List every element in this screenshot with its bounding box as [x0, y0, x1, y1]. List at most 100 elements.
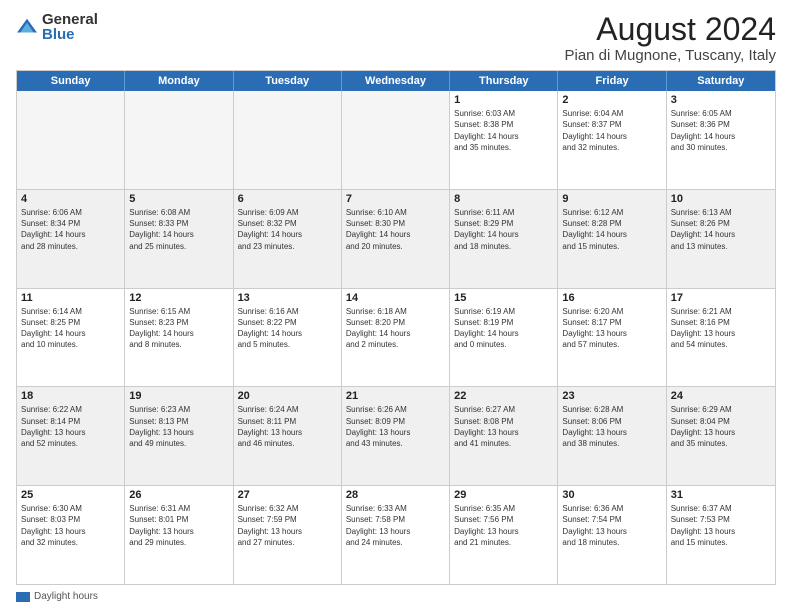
calendar-cell: 2Sunrise: 6:04 AM Sunset: 8:37 PM Daylig…	[558, 91, 666, 189]
day-number: 28	[346, 489, 445, 501]
calendar-cell: 8 Sunrise: 6:11 AM Sunset: 8:29 PM Daylig…	[450, 190, 558, 288]
day-info: Sunrise: 6:15 AM Sunset: 8:23 PM Dayligh…	[129, 306, 228, 351]
calendar-cell: 30Sunrise: 6:36 AM Sunset: 7:54 PM Dayli…	[558, 486, 666, 584]
day-info: Sunrise: 6:36 AM Sunset: 7:54 PM Dayligh…	[562, 503, 661, 548]
daylight-label: Daylight hours	[34, 591, 98, 602]
day-info: Sunrise: 6:24 AM Sunset: 8:11 PM Dayligh…	[238, 404, 337, 449]
day-number: 27	[238, 489, 337, 501]
calendar-row: 18 Sunrise: 6:22 AM Sunset: 8:14 PM Dayli…	[17, 386, 775, 485]
calendar-header-cell: Wednesday	[342, 71, 450, 91]
day-info: Sunrise: 6:32 AM Sunset: 7:59 PM Dayligh…	[238, 503, 337, 548]
day-number: 5	[129, 193, 228, 205]
footer: Daylight hours	[16, 591, 776, 602]
calendar-cell: 9Sunrise: 6:12 AM Sunset: 8:28 PM Daylig…	[558, 190, 666, 288]
day-number: 21	[346, 390, 445, 402]
day-number: 6	[238, 193, 337, 205]
page: General Blue August 2024 Pian di Mugnone…	[0, 0, 792, 612]
day-info: Sunrise: 6:35 AM Sunset: 7:56 PM Dayligh…	[454, 503, 553, 548]
calendar-row: 4 Sunrise: 6:06 AM Sunset: 8:34 PM Daylig…	[17, 189, 775, 288]
calendar-header-cell: Sunday	[17, 71, 125, 91]
calendar-header-cell: Saturday	[667, 71, 775, 91]
day-number: 19	[129, 390, 228, 402]
day-info: Sunrise: 6:05 AM Sunset: 8:36 PM Dayligh…	[671, 108, 771, 153]
calendar-body: 1 Sunrise: 6:03 AM Sunset: 8:38 PM Daylig…	[17, 91, 775, 584]
calendar-cell: 12 Sunrise: 6:15 AM Sunset: 8:23 PM Dayli…	[125, 289, 233, 387]
day-info: Sunrise: 6:18 AM Sunset: 8:20 PM Dayligh…	[346, 306, 445, 351]
day-number: 11	[21, 292, 120, 304]
calendar-cell	[234, 91, 342, 189]
calendar-cell: 21 Sunrise: 6:26 AM Sunset: 8:09 PM Dayli…	[342, 387, 450, 485]
calendar-cell	[125, 91, 233, 189]
day-number: 7	[346, 193, 445, 205]
calendar-cell	[17, 91, 125, 189]
day-info: Sunrise: 6:16 AM Sunset: 8:22 PM Dayligh…	[238, 306, 337, 351]
calendar-cell: 22 Sunrise: 6:27 AM Sunset: 8:08 PM Dayli…	[450, 387, 558, 485]
daylight-bar-icon	[16, 592, 30, 602]
day-info: Sunrise: 6:09 AM Sunset: 8:32 PM Dayligh…	[238, 207, 337, 252]
calendar-cell: 26Sunrise: 6:31 AM Sunset: 8:01 PM Dayli…	[125, 486, 233, 584]
day-number: 4	[21, 193, 120, 205]
calendar: SundayMondayTuesdayWednesdayThursdayFrid…	[16, 70, 776, 585]
day-number: 2	[562, 94, 661, 106]
calendar-cell: 10Sunrise: 6:13 AM Sunset: 8:26 PM Dayli…	[667, 190, 775, 288]
calendar-cell: 3 Sunrise: 6:05 AM Sunset: 8:36 PM Daylig…	[667, 91, 775, 189]
logo-text: General Blue	[42, 12, 98, 42]
logo-blue: Blue	[42, 27, 98, 42]
page-title: August 2024	[564, 12, 776, 47]
day-info: Sunrise: 6:08 AM Sunset: 8:33 PM Dayligh…	[129, 207, 228, 252]
day-info: Sunrise: 6:10 AM Sunset: 8:30 PM Dayligh…	[346, 207, 445, 252]
calendar-cell: 13 Sunrise: 6:16 AM Sunset: 8:22 PM Dayli…	[234, 289, 342, 387]
day-number: 22	[454, 390, 553, 402]
header: General Blue August 2024 Pian di Mugnone…	[16, 12, 776, 64]
day-number: 15	[454, 292, 553, 304]
day-number: 29	[454, 489, 553, 501]
calendar-cell: 31 Sunrise: 6:37 AM Sunset: 7:53 PM Dayli…	[667, 486, 775, 584]
day-number: 3	[671, 94, 771, 106]
calendar-header-cell: Thursday	[450, 71, 558, 91]
calendar-cell	[342, 91, 450, 189]
day-info: Sunrise: 6:37 AM Sunset: 7:53 PM Dayligh…	[671, 503, 771, 548]
day-number: 16	[562, 292, 661, 304]
day-number: 14	[346, 292, 445, 304]
daylight-bar: Daylight hours	[16, 591, 98, 602]
day-info: Sunrise: 6:03 AM Sunset: 8:38 PM Dayligh…	[454, 108, 553, 153]
day-info: Sunrise: 6:11 AM Sunset: 8:29 PM Dayligh…	[454, 207, 553, 252]
calendar-cell: 28Sunrise: 6:33 AM Sunset: 7:58 PM Dayli…	[342, 486, 450, 584]
day-number: 26	[129, 489, 228, 501]
calendar-cell: 4 Sunrise: 6:06 AM Sunset: 8:34 PM Daylig…	[17, 190, 125, 288]
day-info: Sunrise: 6:12 AM Sunset: 8:28 PM Dayligh…	[562, 207, 661, 252]
day-number: 25	[21, 489, 120, 501]
calendar-cell: 23 Sunrise: 6:28 AM Sunset: 8:06 PM Dayli…	[558, 387, 666, 485]
day-info: Sunrise: 6:28 AM Sunset: 8:06 PM Dayligh…	[562, 404, 661, 449]
day-number: 31	[671, 489, 771, 501]
calendar-cell: 24Sunrise: 6:29 AM Sunset: 8:04 PM Dayli…	[667, 387, 775, 485]
logo: General Blue	[16, 12, 98, 42]
calendar-cell: 11 Sunrise: 6:14 AM Sunset: 8:25 PM Dayli…	[17, 289, 125, 387]
calendar-header-cell: Tuesday	[234, 71, 342, 91]
calendar-cell: 16Sunrise: 6:20 AM Sunset: 8:17 PM Dayli…	[558, 289, 666, 387]
calendar-row: 1 Sunrise: 6:03 AM Sunset: 8:38 PM Daylig…	[17, 91, 775, 189]
day-number: 1	[454, 94, 553, 106]
day-info: Sunrise: 6:06 AM Sunset: 8:34 PM Dayligh…	[21, 207, 120, 252]
calendar-cell: 18 Sunrise: 6:22 AM Sunset: 8:14 PM Dayli…	[17, 387, 125, 485]
calendar-row: 25Sunrise: 6:30 AM Sunset: 8:03 PM Dayli…	[17, 485, 775, 584]
day-info: Sunrise: 6:21 AM Sunset: 8:16 PM Dayligh…	[671, 306, 771, 351]
day-info: Sunrise: 6:22 AM Sunset: 8:14 PM Dayligh…	[21, 404, 120, 449]
logo-general: General	[42, 12, 98, 27]
day-number: 20	[238, 390, 337, 402]
day-number: 24	[671, 390, 771, 402]
calendar-cell: 1 Sunrise: 6:03 AM Sunset: 8:38 PM Daylig…	[450, 91, 558, 189]
day-number: 8	[454, 193, 553, 205]
day-info: Sunrise: 6:27 AM Sunset: 8:08 PM Dayligh…	[454, 404, 553, 449]
day-info: Sunrise: 6:14 AM Sunset: 8:25 PM Dayligh…	[21, 306, 120, 351]
day-info: Sunrise: 6:26 AM Sunset: 8:09 PM Dayligh…	[346, 404, 445, 449]
day-number: 13	[238, 292, 337, 304]
calendar-cell: 19Sunrise: 6:23 AM Sunset: 8:13 PM Dayli…	[125, 387, 233, 485]
day-number: 12	[129, 292, 228, 304]
day-number: 17	[671, 292, 771, 304]
day-number: 10	[671, 193, 771, 205]
day-number: 23	[562, 390, 661, 402]
calendar-cell: 20 Sunrise: 6:24 AM Sunset: 8:11 PM Dayli…	[234, 387, 342, 485]
calendar-header: SundayMondayTuesdayWednesdayThursdayFrid…	[17, 71, 775, 91]
day-number: 18	[21, 390, 120, 402]
